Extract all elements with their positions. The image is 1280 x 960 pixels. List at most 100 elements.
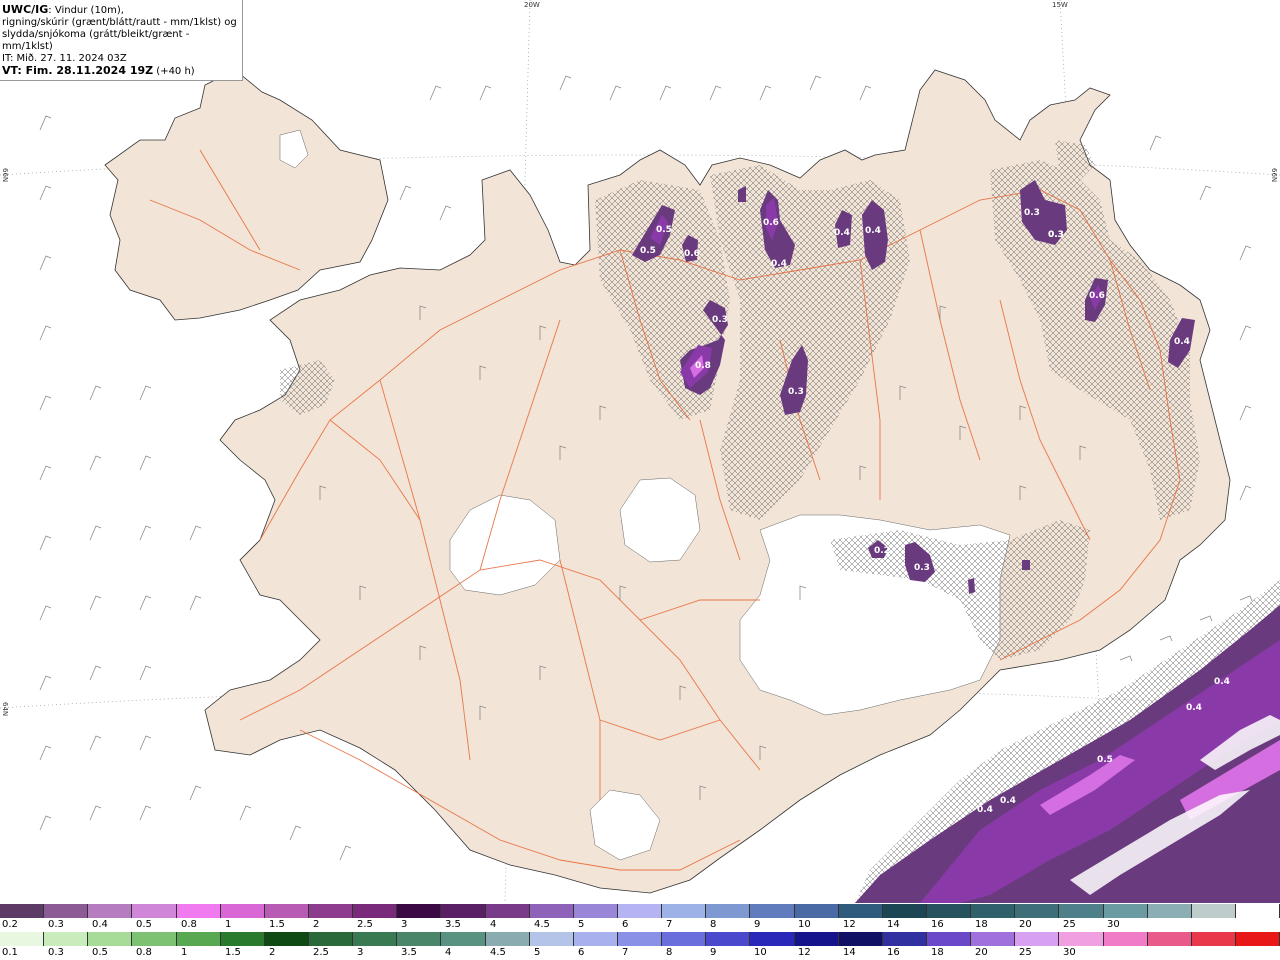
scale-label: 0.3 [48, 919, 64, 930]
scale-label: 18 [931, 947, 944, 958]
scale-label: 2 [269, 947, 276, 958]
snow-legend-text: slydda/snjókoma (grátt/bleikt/grænt - mm… [2, 29, 190, 52]
scale-swatch [44, 932, 89, 946]
scale-swatch [308, 932, 354, 946]
scale-swatch [264, 904, 309, 918]
lead-time: (+40 h) [153, 66, 195, 77]
value-label: 0.4 [834, 228, 850, 238]
rain-scale-labels: 0.1 0.3 0.5 0.8 1 1.5 2 2.5 3 3.5 4 4.5 5 6 7 8 9 10 12 14 1… [0, 947, 1280, 959]
scale-swatch [397, 904, 442, 918]
scale-label: 1 [181, 947, 188, 958]
scale-swatch [220, 932, 265, 946]
value-label: 0.5 [1097, 755, 1113, 765]
scale-swatch [971, 932, 1016, 946]
scale-swatch [1147, 932, 1192, 946]
value-label: 0.4 [977, 805, 993, 815]
scale-swatch [617, 904, 663, 918]
scale-label: 20 [975, 947, 988, 958]
scale-label: 0.8 [136, 947, 152, 958]
scale-swatch [397, 932, 442, 946]
scale-label: 4 [445, 947, 452, 958]
scale-swatch [750, 932, 795, 946]
value-label: 0.6 [763, 218, 779, 228]
scale-label: 8 [666, 947, 673, 958]
scale-label: 10 [798, 919, 811, 930]
scale-swatch [1103, 904, 1148, 918]
scale-label: 14 [887, 919, 900, 930]
scale-swatch [794, 904, 839, 918]
scale-swatch [441, 932, 486, 946]
scale-swatch [1059, 932, 1104, 946]
scale-label: 6 [578, 947, 585, 958]
scale-label: 0.2 [2, 919, 18, 930]
scale-label: 0.3 [48, 947, 64, 958]
scale-swatch [176, 932, 221, 946]
scale-label: 1.5 [225, 947, 241, 958]
scale-label: 10 [754, 947, 767, 958]
scale-label: 3.5 [401, 947, 417, 958]
scale-label: 5 [578, 919, 585, 930]
scale-label: 3.5 [445, 919, 461, 930]
value-label: 0.6 [684, 249, 700, 259]
model-label: UWC/IG [2, 3, 49, 16]
scale-label: 9 [754, 919, 761, 930]
scale-swatch [926, 932, 972, 946]
scale-swatch [44, 904, 89, 918]
scale-swatch [0, 904, 45, 918]
scale-label: 2.5 [313, 947, 329, 958]
scale-swatch [926, 904, 972, 918]
scale-label: 7 [622, 947, 629, 958]
scale-swatch [1103, 932, 1148, 946]
scale-swatch [441, 904, 486, 918]
scale-label: 0.1 [2, 947, 18, 958]
scale-swatch [1059, 904, 1104, 918]
scale-swatch [750, 904, 795, 918]
snow-color-scale [0, 904, 1280, 918]
scale-label: 14 [843, 947, 856, 958]
scale-label: 3 [401, 919, 408, 930]
scale-label: 25 [1019, 947, 1032, 958]
scale-swatch [485, 932, 530, 946]
scale-label: 5 [534, 947, 541, 958]
scale-label: 8 [710, 919, 717, 930]
value-label: 0.4 [1186, 703, 1202, 713]
scale-swatch [838, 904, 883, 918]
scale-swatch [353, 904, 398, 918]
scale-swatch [529, 932, 574, 946]
scale-label: 9 [710, 947, 717, 958]
scale-label: 4.5 [534, 919, 550, 930]
weather-map: 0.5 0.5 0.6 0.6 0.4 0.4 0.4 0.3 0.3 0.3 … [0, 0, 1280, 903]
value-label: 0.3 [788, 387, 804, 397]
scale-label: 2.5 [357, 919, 373, 930]
coord-label-15w: 15W [1052, 1, 1068, 9]
scale-swatch [1015, 904, 1060, 918]
snow-scale-labels: 0.2 0.3 0.4 0.5 0.8 1 1.5 2 2.5 3 3.5 4 4.5 5 6 7 8 9 10 12… [0, 919, 1280, 931]
scale-label: 2 [313, 919, 320, 930]
scale-label: 1.5 [269, 919, 285, 930]
scale-swatch [794, 932, 839, 946]
value-label: 0.6 [1089, 291, 1105, 301]
value-label: 0.2 [874, 546, 890, 556]
rain-color-scale [0, 932, 1280, 946]
scale-label: 6 [622, 919, 629, 930]
scale-swatch [662, 904, 707, 918]
scale-swatch [1191, 904, 1236, 918]
scale-label: 16 [887, 947, 900, 958]
scale-swatch [1147, 904, 1192, 918]
coord-label-66n-left: 66N [1, 168, 9, 183]
scale-label: 25 [1063, 919, 1076, 930]
scale-swatch [485, 904, 530, 918]
value-label: 0.4 [1174, 337, 1190, 347]
value-label: 0.4 [1000, 796, 1016, 806]
coord-label-66n-right: 66N [1270, 168, 1278, 183]
scale-swatch [706, 904, 751, 918]
value-label: 0.3 [1024, 208, 1040, 218]
scale-label: 12 [843, 919, 856, 930]
scale-label: 0.5 [92, 947, 108, 958]
scale-label: 0.8 [181, 919, 197, 930]
value-label: 0.5 [640, 246, 656, 256]
value-label: 0.8 [695, 361, 711, 371]
coord-label-20w: 20W [524, 1, 540, 9]
scale-label: 3 [357, 947, 364, 958]
scale-label: 30 [1107, 919, 1120, 930]
